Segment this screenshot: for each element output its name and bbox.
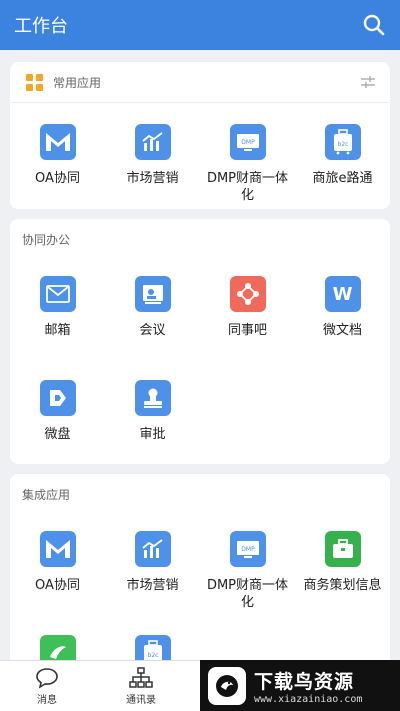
tab-messages[interactable]: 消息: [0, 661, 94, 711]
app-grid-icon: [26, 73, 43, 91]
bird-logo-icon: [208, 666, 246, 705]
app-label: 商旅e路通: [312, 171, 373, 186]
svg-text:DMP: DMP: [241, 546, 255, 553]
dmp-icon: DMP: [229, 531, 266, 567]
app-label: OA协同: [35, 171, 80, 186]
app-mail[interactable]: 邮箱: [10, 276, 105, 339]
app-label: 微盘: [44, 427, 71, 442]
app-label: DMP财商一体化: [206, 171, 289, 203]
app-marketing-integrated[interactable]: 市场营销: [105, 531, 200, 611]
collab-office-header: 协同办公: [10, 219, 390, 259]
collab-office-row-1: 邮箱 会议 同事吧 W 微文档: [10, 276, 390, 339]
app-colleague-bar[interactable]: 同事吧: [200, 276, 295, 339]
app-label: 邮箱: [44, 323, 71, 338]
watermark-title: 下载鸟资源: [254, 670, 355, 693]
disk-icon: [39, 380, 76, 416]
b2c-luggage-icon: b2c: [324, 124, 361, 160]
integrated-apps-card: 集成应用 OA协同 市场营销 DMP DMP财商一体化 商务策划信息 b2c: [10, 474, 390, 674]
divider: [10, 102, 390, 103]
search-icon[interactable]: [362, 13, 386, 37]
app-label: 审批: [139, 427, 166, 442]
watermark-text: 下载鸟资源 www.xiazainiao.com: [254, 667, 362, 705]
app-business-travel[interactable]: b2c 商旅e路通: [295, 124, 390, 204]
share-icon: [229, 276, 266, 312]
app-label: 市场营销: [126, 171, 179, 186]
app-label: 会议: [139, 323, 166, 338]
app-dmp[interactable]: DMP DMP财商一体化: [200, 124, 295, 204]
integrated-apps-row: OA协同 市场营销 DMP DMP财商一体化 商务策划信息: [10, 531, 390, 611]
collab-office-title: 协同办公: [22, 232, 71, 247]
app-approval[interactable]: 审批: [105, 380, 200, 443]
app-label: 同事吧: [227, 323, 267, 338]
w-doc-icon: W: [324, 276, 361, 312]
app-micro-disk[interactable]: 微盘: [10, 380, 105, 443]
watermark-banner: 下载鸟资源 www.xiazainiao.com: [200, 660, 400, 711]
oa-icon: [39, 124, 76, 160]
app-marketing[interactable]: 市场营销: [105, 124, 200, 204]
common-apps-row: OA协同 市场营销 DMP DMP财商一体化 b2c 商旅e路通: [10, 124, 390, 204]
chat-icon: [36, 668, 58, 689]
svg-text:b2c: b2c: [147, 652, 158, 659]
svg-text:DMP: DMP: [241, 139, 255, 146]
mail-icon: [39, 276, 76, 312]
common-apps-header: 常用应用: [10, 62, 390, 102]
stamp-icon: [134, 380, 171, 416]
tab-label: 通讯录: [126, 695, 156, 706]
app-label: 市场营销: [126, 578, 179, 593]
app-oa-integrated[interactable]: OA协同: [10, 531, 105, 611]
oa-icon: [39, 531, 76, 567]
collab-office-row-2: 微盘 审批: [10, 380, 390, 443]
integrated-apps-title: 集成应用: [22, 487, 71, 502]
common-apps-card: 常用应用 OA协同 市场营销 DMP DMP财商一体化 b2c 商旅e路通: [10, 62, 390, 209]
briefcase-icon: [324, 531, 361, 567]
app-business-planning[interactable]: 商务策划信息: [295, 531, 390, 611]
page-title: 工作台: [14, 16, 68, 37]
app-dmp-integrated[interactable]: DMP DMP财商一体化: [200, 531, 295, 611]
tab-contacts[interactable]: 通讯录: [94, 661, 188, 711]
app-label: OA协同: [35, 578, 80, 593]
adjust-settings-icon[interactable]: [360, 74, 376, 90]
tab-label: 消息: [37, 695, 57, 706]
top-bar: 工作台: [0, 0, 400, 50]
app-label: 商务策划信息: [303, 578, 382, 593]
chart-icon: [134, 124, 171, 160]
svg-text:b2c: b2c: [337, 141, 348, 148]
app-label: 微文档: [322, 323, 362, 338]
dmp-icon: DMP: [229, 124, 266, 160]
app-label: DMP财商一体化: [206, 578, 289, 610]
collab-office-card: 协同办公 邮箱 会议 同事吧 W 微文档 微盘 审批: [10, 219, 390, 464]
app-oa[interactable]: OA协同: [10, 124, 105, 204]
org-icon: [129, 667, 153, 688]
common-apps-title: 常用应用: [53, 75, 102, 90]
watermark-url: www.xiazainiao.com: [254, 693, 363, 705]
app-micro-doc[interactable]: W 微文档: [295, 276, 390, 339]
app-meeting[interactable]: 会议: [105, 276, 200, 339]
integrated-apps-header: 集成应用: [10, 474, 390, 514]
chart-icon: [134, 531, 171, 567]
meeting-icon: [134, 276, 171, 312]
